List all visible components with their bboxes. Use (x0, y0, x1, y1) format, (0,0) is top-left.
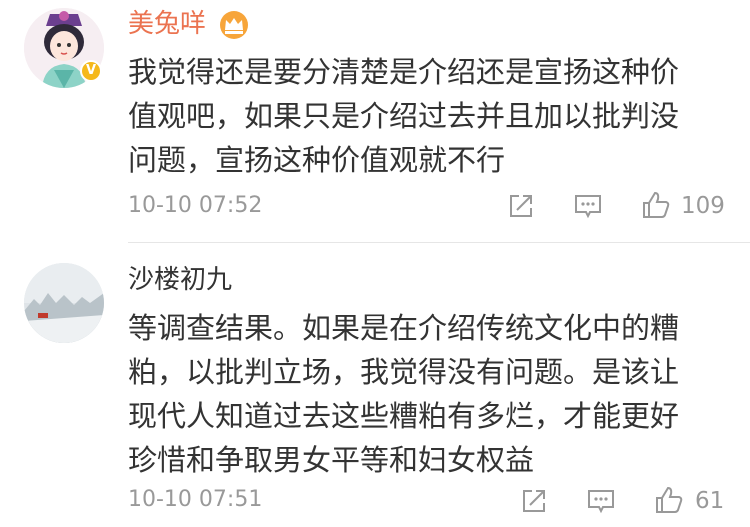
like-icon[interactable] (640, 189, 672, 221)
share-icon[interactable] (505, 190, 537, 222)
comment-text: 我觉得还是要分清楚是介绍还是宣扬这种价 值观吧，如果只是介绍过去并且加以批判没 … (128, 50, 718, 182)
username[interactable]: 沙楼初九 (128, 264, 232, 296)
comment-text-line: 值观吧，如果只是介绍过去并且加以批判没 (128, 99, 680, 133)
like-count: 61 (695, 488, 725, 514)
avatar[interactable] (24, 263, 104, 343)
verified-badge-icon: V (80, 60, 102, 82)
comment-text-line: 粕，以批判立场，我觉得没有问题。是该让 (128, 355, 680, 389)
timestamp: 10-10 07:52 (128, 193, 263, 218)
comment-text-line: 问题，宣扬这种价值观就不行 (128, 143, 506, 177)
comment-text-line: 我觉得还是要分清楚是介绍还是宣扬这种价 (128, 55, 680, 89)
like-icon[interactable] (653, 484, 685, 516)
vip-crown-icon (218, 10, 250, 40)
comment-text-line: 等调查结果。如果是在介绍传统文化中的糟 (128, 311, 680, 345)
share-icon[interactable] (518, 485, 550, 517)
like-count: 109 (681, 193, 725, 219)
reply-icon[interactable] (585, 485, 617, 517)
comment-text-line: 现代人知道过去这些糟粕有多烂，才能更好 (128, 399, 680, 433)
timestamp: 10-10 07:51 (128, 487, 263, 512)
comment-item: V 美兔咩 我觉得还是要分清楚是介绍还是宣扬这种价 值观吧，如果只是介绍过去并且… (0, 0, 750, 243)
username[interactable]: 美兔咩 (128, 8, 206, 40)
comment-item: 沙楼初九 等调查结果。如果是在介绍传统文化中的糟 粕，以批判立场，我觉得没有问题… (0, 243, 750, 527)
comment-text-line: 珍惜和争取男女平等和妇女权益 (128, 443, 535, 477)
comment-text: 等调查结果。如果是在介绍传统文化中的糟 粕，以批判立场，我觉得没有问题。是该让 … (128, 306, 718, 482)
reply-icon[interactable] (572, 190, 604, 222)
